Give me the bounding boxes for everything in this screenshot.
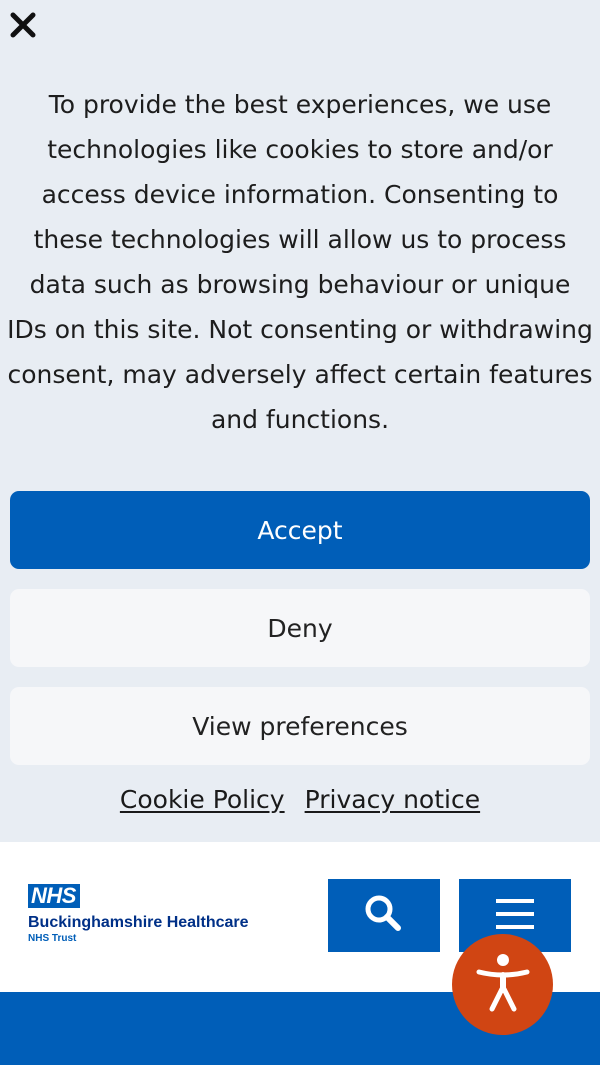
search-icon xyxy=(362,892,406,940)
logo-org-name: Buckinghamshire Healthcare xyxy=(28,914,249,931)
accept-button[interactable]: Accept xyxy=(10,491,590,569)
privacy-notice-link[interactable]: Privacy notice xyxy=(305,785,480,814)
deny-button[interactable]: Deny xyxy=(10,589,590,667)
logo-org-sub: NHS Trust xyxy=(28,933,77,944)
view-preferences-button[interactable]: View preferences xyxy=(10,687,590,765)
consent-message: To provide the best experiences, we use … xyxy=(7,90,593,434)
cookie-policy-link[interactable]: Cookie Policy xyxy=(120,785,285,814)
search-button[interactable] xyxy=(328,879,440,952)
accessibility-button[interactable] xyxy=(452,934,553,1035)
hamburger-menu-icon xyxy=(495,896,535,936)
close-icon xyxy=(9,11,37,43)
cookie-consent-panel: To provide the best experiences, we use … xyxy=(0,0,600,842)
consent-links: Cookie Policy Privacy notice xyxy=(0,785,600,814)
nhs-trust-logo[interactable]: NHS Buckinghamshire Healthcare NHS Trust xyxy=(28,884,249,944)
nhs-badge: NHS xyxy=(28,884,80,908)
accessibility-person-icon xyxy=(475,952,531,1018)
close-button[interactable] xyxy=(6,10,40,44)
